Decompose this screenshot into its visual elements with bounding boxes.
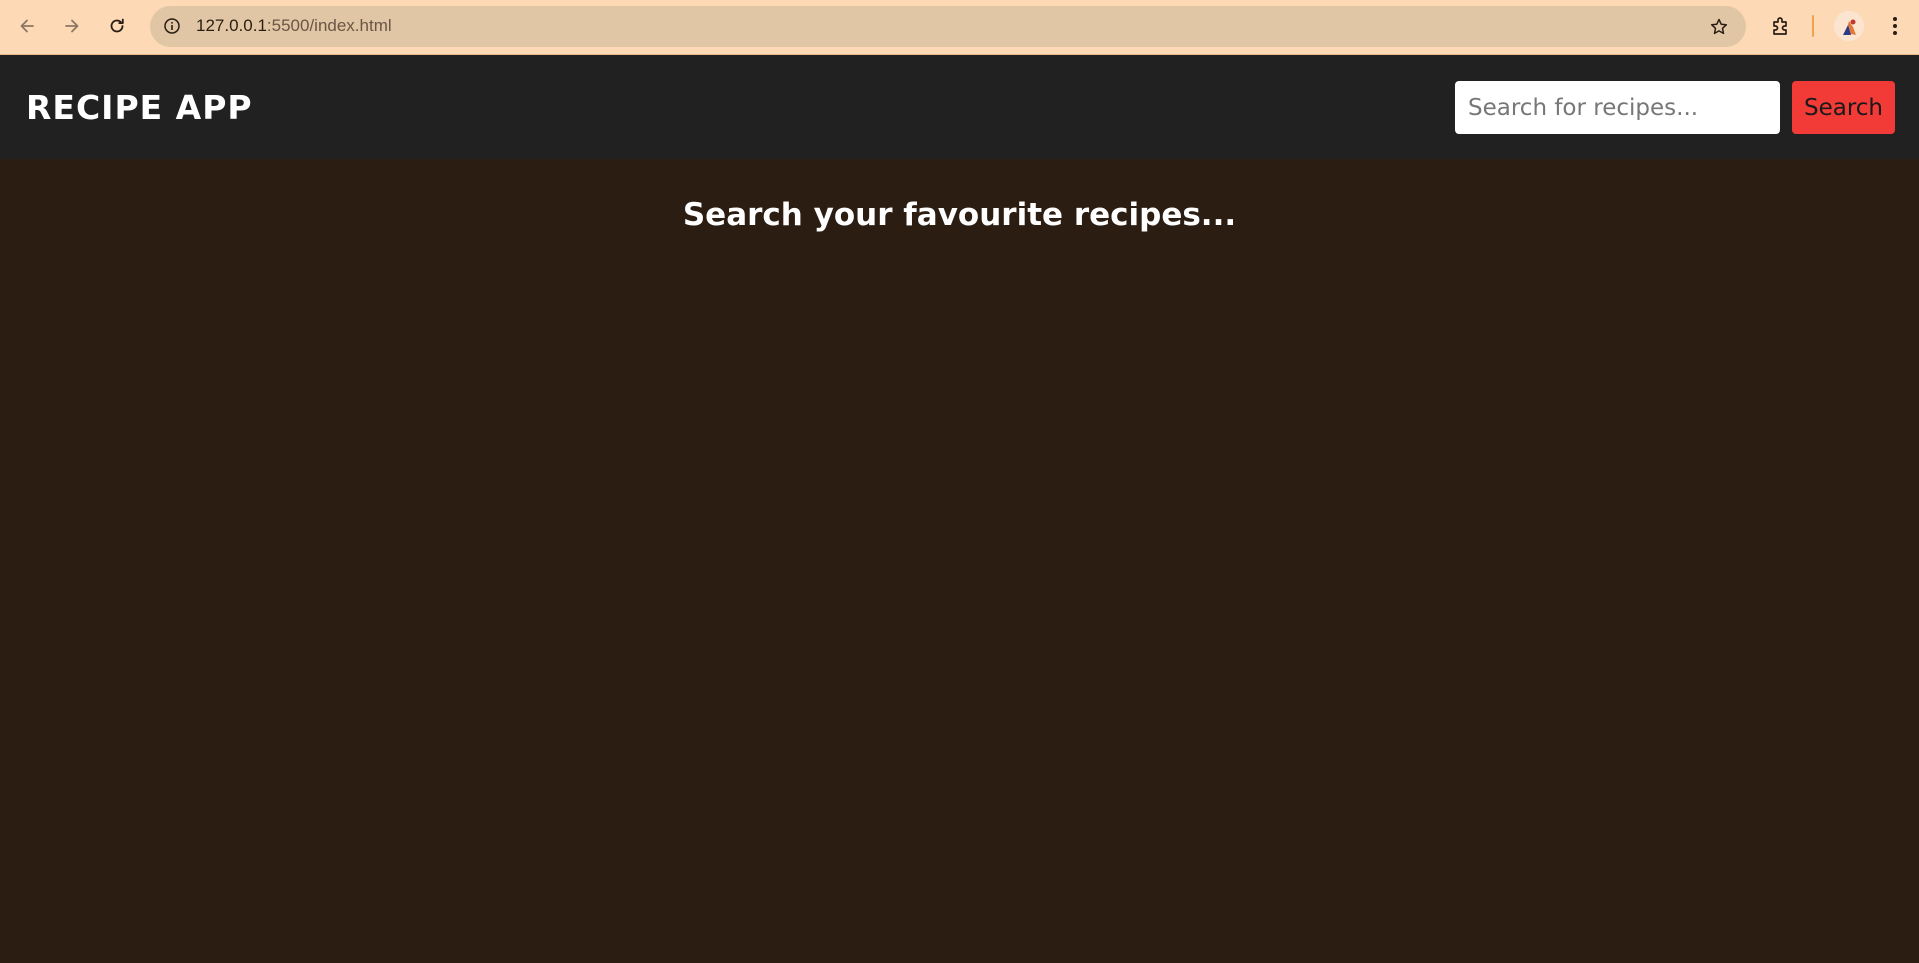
url-text[interactable]: 127.0.0.1:5500/index.html — [196, 16, 392, 36]
forward-icon — [65, 19, 79, 33]
placeholder-heading: Search your favourite recipes... — [682, 197, 1237, 233]
search-form: Search — [1455, 81, 1895, 134]
bookmark-button[interactable] — [1706, 14, 1732, 40]
url-host: 127.0.0.1 — [196, 16, 267, 35]
avatar[interactable] — [1834, 11, 1864, 41]
browser-menu-button[interactable] — [1880, 11, 1910, 41]
app-header: RECIPE APP Search — [0, 55, 1919, 159]
url-path: :5500/index.html — [266, 16, 392, 35]
search-input[interactable] — [1455, 81, 1780, 134]
site-info-button[interactable] — [158, 12, 186, 40]
forward-button[interactable] — [55, 9, 89, 43]
search-button[interactable]: Search — [1792, 81, 1895, 134]
profile-avatar-icon — [1834, 11, 1864, 41]
reload-button[interactable] — [100, 9, 134, 43]
toolbar-divider — [1812, 15, 1814, 37]
back-icon — [20, 19, 34, 33]
address-bar[interactable]: 127.0.0.1:5500/index.html — [150, 6, 1746, 47]
app-title: RECIPE APP — [26, 88, 253, 127]
reload-icon — [110, 18, 124, 33]
back-button[interactable] — [10, 9, 44, 43]
recipe-container: Search your favourite recipes... — [0, 159, 1919, 963]
star-icon — [1710, 18, 1728, 35]
extensions-icon — [1773, 17, 1787, 35]
site-info-icon — [164, 18, 180, 34]
browser-toolbar: 127.0.0.1:5500/index.html — [0, 0, 1919, 55]
extensions-button[interactable] — [1766, 11, 1796, 41]
menu-icon — [1893, 17, 1897, 35]
